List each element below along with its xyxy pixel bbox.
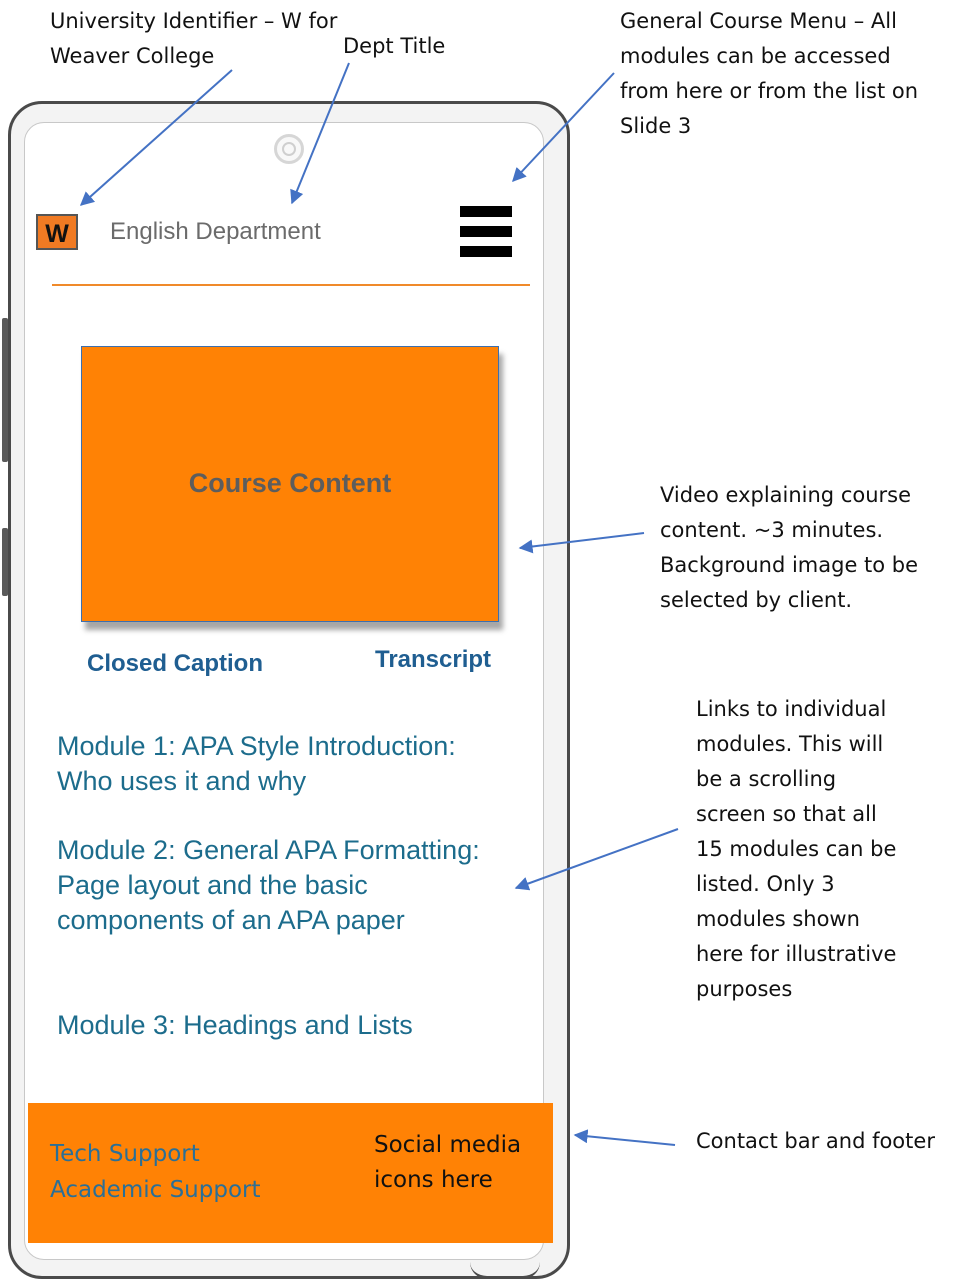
arrow-video — [518, 532, 645, 554]
wireframe-slide: W English Department Course Content Clos… — [0, 0, 974, 1286]
annotation-arrows — [79, 62, 679, 1146]
arrow-dept — [290, 62, 350, 205]
arrow-modules — [514, 828, 679, 891]
arrow-menu — [512, 72, 615, 183]
arrow-footer — [573, 1129, 676, 1146]
arrow-university — [79, 69, 233, 206]
